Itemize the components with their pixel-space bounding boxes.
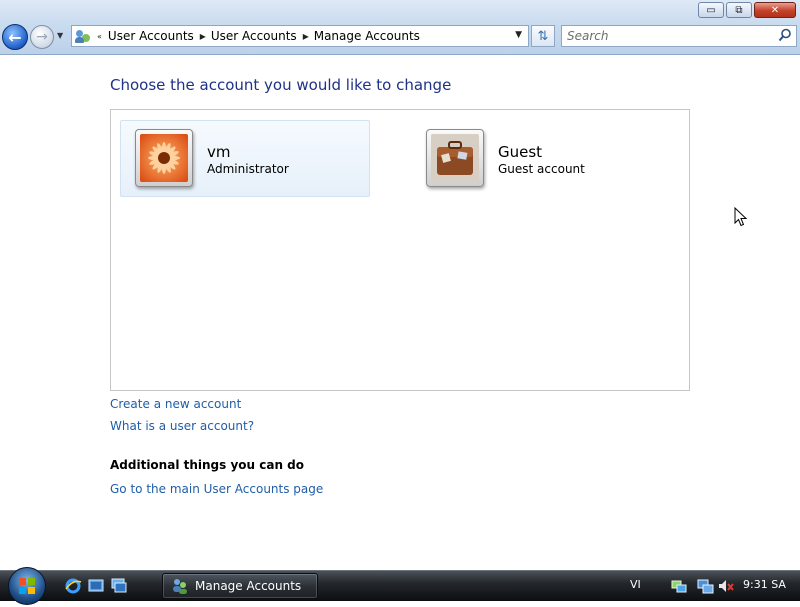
- windows-logo-icon: [19, 578, 35, 594]
- minimize-button[interactable]: ▭: [698, 2, 724, 18]
- show-desktop-icon[interactable]: [87, 577, 105, 595]
- search-box[interactable]: [561, 25, 797, 47]
- user-accounts-icon: [173, 579, 187, 594]
- switch-windows-icon[interactable]: [110, 577, 128, 595]
- forward-arrow-icon: →: [36, 29, 48, 45]
- breadcrumb-arrow-icon[interactable]: ▸: [303, 29, 309, 43]
- page-title: Choose the account you would like to cha…: [110, 76, 452, 94]
- accounts-list: vm Administrator Guest Guest account: [110, 109, 690, 391]
- breadcrumb-user-accounts[interactable]: User Accounts: [108, 29, 194, 43]
- caption-buttons: ▭ ⧉ ✕: [698, 2, 796, 18]
- account-picture-guest: [426, 129, 484, 187]
- taskbar-button-label: Manage Accounts: [195, 579, 302, 593]
- search-input[interactable]: [562, 26, 772, 46]
- volume-muted-icon[interactable]: [717, 577, 735, 595]
- back-button[interactable]: ←: [2, 24, 28, 50]
- user-accounts-icon: [75, 28, 91, 44]
- account-type: Guest account: [498, 162, 585, 176]
- account-name: vm: [207, 143, 231, 161]
- account-picture-vm: [135, 129, 193, 187]
- account-tile-vm[interactable]: vm Administrator: [120, 120, 370, 197]
- internet-explorer-icon[interactable]: [64, 577, 82, 595]
- address-bar[interactable]: « User Accounts ▸ User Accounts ▸ Manage…: [71, 25, 529, 47]
- refresh-button[interactable]: ⇅: [531, 25, 555, 47]
- create-account-link[interactable]: Create a new account: [110, 397, 241, 411]
- language-indicator[interactable]: VI: [630, 578, 641, 591]
- briefcase-picture-icon: [431, 134, 479, 182]
- address-overflow-chevron[interactable]: «: [97, 32, 102, 41]
- address-dropdown-icon[interactable]: ▼: [515, 30, 522, 40]
- refresh-icon: ⇅: [537, 28, 549, 44]
- recent-pages-dropdown[interactable]: ▼: [57, 31, 63, 40]
- account-type: Administrator: [207, 162, 289, 176]
- network-connection-icon[interactable]: [697, 577, 715, 595]
- close-button[interactable]: ✕: [754, 2, 796, 18]
- back-arrow-icon: ←: [8, 27, 22, 47]
- maximize-button[interactable]: ⧉: [726, 2, 752, 18]
- account-tile-guest[interactable]: Guest Guest account: [411, 120, 661, 197]
- what-is-user-account-link[interactable]: What is a user account?: [110, 419, 254, 433]
- window-chrome: ▭ ⧉ ✕ ← → ▼ « User Accounts ▸ User Accou…: [0, 0, 800, 55]
- system-clock[interactable]: 9:31 SA: [743, 578, 786, 591]
- forward-button[interactable]: →: [30, 25, 54, 49]
- network-status-icon[interactable]: [670, 577, 688, 595]
- taskbar: Manage Accounts VI 9:31 SA: [0, 567, 800, 605]
- content-pane: Choose the account you would like to cha…: [0, 55, 800, 570]
- breadcrumb-arrow-icon[interactable]: ▸: [200, 29, 206, 43]
- taskbar-button-manage-accounts[interactable]: Manage Accounts: [162, 573, 318, 599]
- flower-picture-icon: [140, 134, 188, 182]
- main-user-accounts-page-link[interactable]: Go to the main User Accounts page: [110, 482, 323, 496]
- breadcrumb-manage-accounts[interactable]: Manage Accounts: [314, 29, 420, 43]
- mouse-pointer-icon: [734, 207, 748, 227]
- search-icon[interactable]: [778, 28, 792, 42]
- start-button[interactable]: [8, 567, 46, 605]
- additional-things-heading: Additional things you can do: [110, 458, 305, 472]
- breadcrumb-user-accounts-2[interactable]: User Accounts: [211, 29, 297, 43]
- account-name: Guest: [498, 143, 543, 161]
